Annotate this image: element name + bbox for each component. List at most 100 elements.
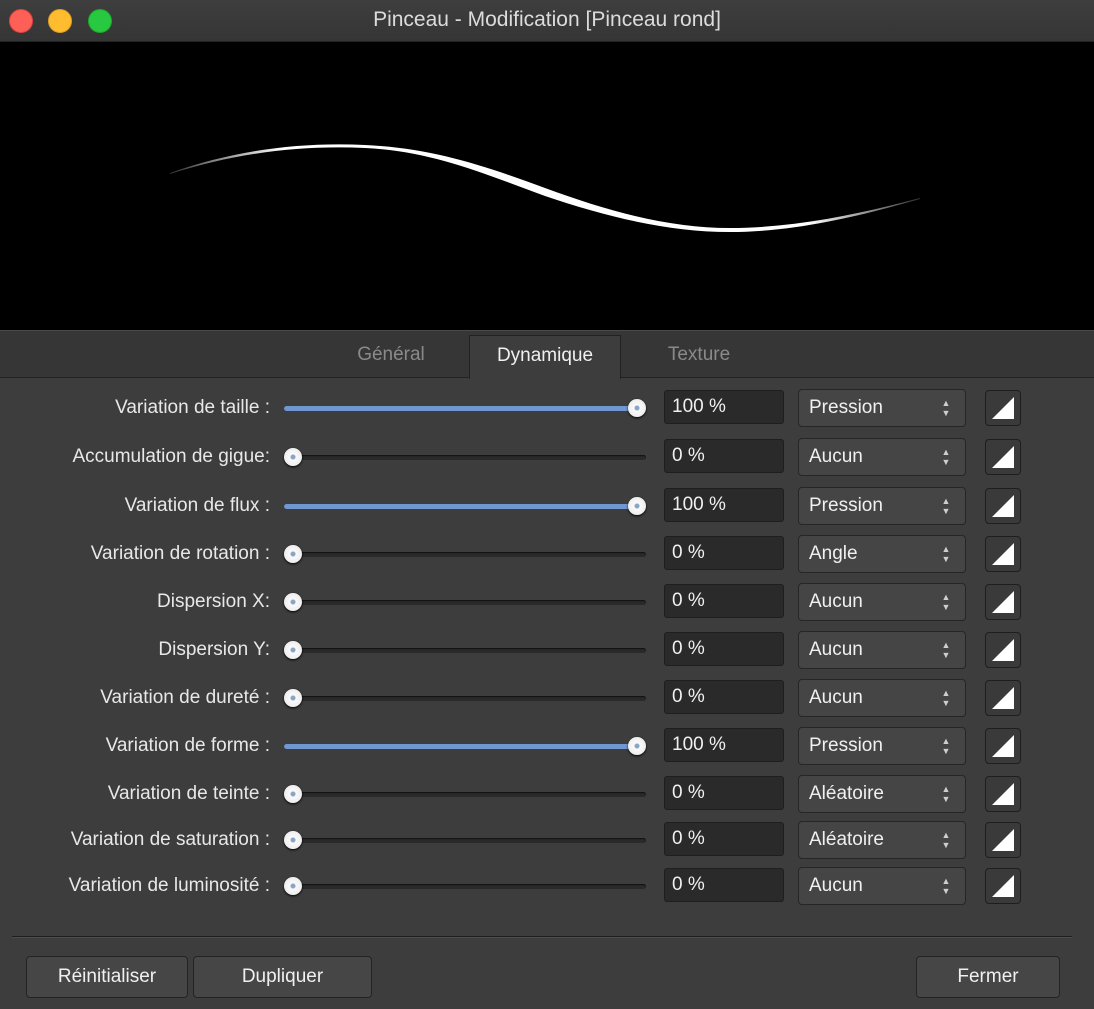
setting-label: Accumulation de gigue:	[72, 446, 270, 467]
setting-row: Variation de saturation : 0 % Aléatoire ▲ ▼	[0, 821, 1094, 861]
curve-editor-button[interactable]	[985, 776, 1021, 812]
curve-editor-button[interactable]	[985, 868, 1021, 904]
setting-value-field[interactable]: 100 %	[664, 728, 784, 762]
setting-row: Variation de dureté : 0 % Aucun ▲ ▼	[0, 679, 1094, 719]
setting-slider-track[interactable]	[284, 744, 646, 749]
pressure-curve-icon	[992, 829, 1014, 851]
curve-editor-button[interactable]	[985, 728, 1021, 764]
controller-select[interactable]: Aucun ▲ ▼	[798, 867, 966, 905]
up-down-arrows-icon: ▲ ▼	[941, 784, 951, 804]
close-button[interactable]: Fermer	[916, 956, 1060, 998]
setting-slider-fill	[284, 504, 637, 509]
setting-slider-track[interactable]	[284, 406, 646, 411]
setting-slider-knob[interactable]	[628, 399, 646, 417]
curve-editor-button[interactable]	[985, 680, 1021, 716]
setting-label: Variation de luminosité :	[68, 875, 270, 896]
setting-slider-knob[interactable]	[284, 448, 302, 466]
curve-editor-button[interactable]	[985, 439, 1021, 475]
controller-select[interactable]: Aucun ▲ ▼	[798, 438, 966, 476]
footer-divider	[12, 936, 1072, 938]
up-down-arrows-icon: ▲ ▼	[941, 688, 951, 708]
setting-row: Variation de forme : 100 % Pression ▲ ▼	[0, 727, 1094, 767]
setting-slider-fill	[284, 406, 637, 411]
setting-slider-knob[interactable]	[284, 641, 302, 659]
reset-button[interactable]: Réinitialiser	[26, 956, 188, 998]
setting-row: Variation de flux : 100 % Pression ▲ ▼	[0, 487, 1094, 527]
controller-select-value: Aucun	[809, 875, 863, 896]
setting-value-field[interactable]: 0 %	[664, 584, 784, 618]
up-down-arrows-icon: ▲ ▼	[941, 876, 951, 896]
curve-editor-button[interactable]	[985, 390, 1021, 426]
setting-row: Variation de taille : 100 % Pression ▲ ▼	[0, 389, 1094, 429]
pressure-curve-icon	[992, 875, 1014, 897]
curve-editor-button[interactable]	[985, 536, 1021, 572]
brush-stroke-preview-graphic	[170, 144, 920, 232]
setting-slider-track[interactable]	[284, 504, 646, 509]
setting-value-field[interactable]: 100 %	[664, 488, 784, 522]
setting-slider-knob[interactable]	[284, 593, 302, 611]
setting-label: Variation de flux :	[124, 495, 270, 516]
setting-value-field[interactable]: 100 %	[664, 390, 784, 424]
pressure-curve-icon	[992, 495, 1014, 517]
controller-select[interactable]: Aléatoire ▲ ▼	[798, 821, 966, 859]
setting-label: Dispersion Y:	[158, 639, 270, 660]
title-bar: Pinceau - Modification [Pinceau rond]	[0, 0, 1094, 42]
setting-label: Variation de teinte :	[107, 783, 270, 804]
curve-editor-button[interactable]	[985, 822, 1021, 858]
setting-value-field[interactable]: 0 %	[664, 439, 784, 473]
setting-slider-knob[interactable]	[284, 785, 302, 803]
controller-select[interactable]: Aléatoire ▲ ▼	[798, 775, 966, 813]
controller-select[interactable]: Pression ▲ ▼	[798, 389, 966, 427]
tab-texture[interactable]: Texture	[624, 335, 774, 379]
pressure-curve-icon	[992, 687, 1014, 709]
setting-slider-knob[interactable]	[284, 877, 302, 895]
setting-row: Dispersion Y: 0 % Aucun ▲ ▼	[0, 631, 1094, 671]
setting-row: Variation de teinte : 0 % Aléatoire ▲ ▼	[0, 775, 1094, 815]
setting-row: Dispersion X: 0 % Aucun ▲ ▼	[0, 583, 1094, 623]
setting-slider-track[interactable]	[284, 648, 646, 653]
setting-value-field[interactable]: 0 %	[664, 776, 784, 810]
setting-slider-track[interactable]	[284, 600, 646, 605]
controller-select[interactable]: Pression ▲ ▼	[798, 487, 966, 525]
setting-label: Variation de dureté :	[100, 687, 270, 708]
tab-dynamique[interactable]: Dynamique	[469, 335, 621, 379]
setting-label: Dispersion X:	[157, 591, 270, 612]
setting-value-field[interactable]: 0 %	[664, 536, 784, 570]
setting-label: Variation de forme :	[105, 735, 270, 756]
controller-select[interactable]: Aucun ▲ ▼	[798, 631, 966, 669]
curve-editor-button[interactable]	[985, 632, 1021, 668]
tab-general[interactable]: Général	[316, 335, 466, 379]
setting-value-field[interactable]: 0 %	[664, 680, 784, 714]
setting-row: Variation de luminosité : 0 % Aucun ▲ ▼	[0, 867, 1094, 907]
setting-slider-track[interactable]	[284, 792, 646, 797]
curve-editor-button[interactable]	[985, 488, 1021, 524]
pressure-curve-icon	[992, 446, 1014, 468]
setting-label: Variation de saturation :	[70, 829, 270, 850]
curve-editor-button[interactable]	[985, 584, 1021, 620]
controller-select-value: Angle	[809, 543, 858, 564]
setting-slider-knob[interactable]	[284, 545, 302, 563]
controller-select[interactable]: Aucun ▲ ▼	[798, 583, 966, 621]
up-down-arrows-icon: ▲ ▼	[941, 447, 951, 467]
pressure-curve-icon	[992, 639, 1014, 661]
setting-slider-track[interactable]	[284, 552, 646, 557]
setting-slider-knob[interactable]	[284, 831, 302, 849]
controller-select[interactable]: Angle ▲ ▼	[798, 535, 966, 573]
setting-value-field[interactable]: 0 %	[664, 868, 784, 902]
controller-select-value: Pression	[809, 397, 883, 418]
brush-stroke	[170, 144, 920, 232]
setting-slider-track[interactable]	[284, 696, 646, 701]
setting-slider-track[interactable]	[284, 838, 646, 843]
setting-value-field[interactable]: 0 %	[664, 822, 784, 856]
setting-slider-track[interactable]	[284, 455, 646, 460]
controller-select[interactable]: Pression ▲ ▼	[798, 727, 966, 765]
setting-slider-knob[interactable]	[628, 497, 646, 515]
setting-slider-knob[interactable]	[628, 737, 646, 755]
controller-select[interactable]: Aucun ▲ ▼	[798, 679, 966, 717]
pressure-curve-icon	[992, 591, 1014, 613]
setting-value-field[interactable]: 0 %	[664, 632, 784, 666]
setting-slider-track[interactable]	[284, 884, 646, 889]
setting-slider-knob[interactable]	[284, 689, 302, 707]
duplicate-button[interactable]: Dupliquer	[193, 956, 372, 998]
setting-row: Accumulation de gigue: 0 % Aucun ▲ ▼	[0, 438, 1094, 478]
